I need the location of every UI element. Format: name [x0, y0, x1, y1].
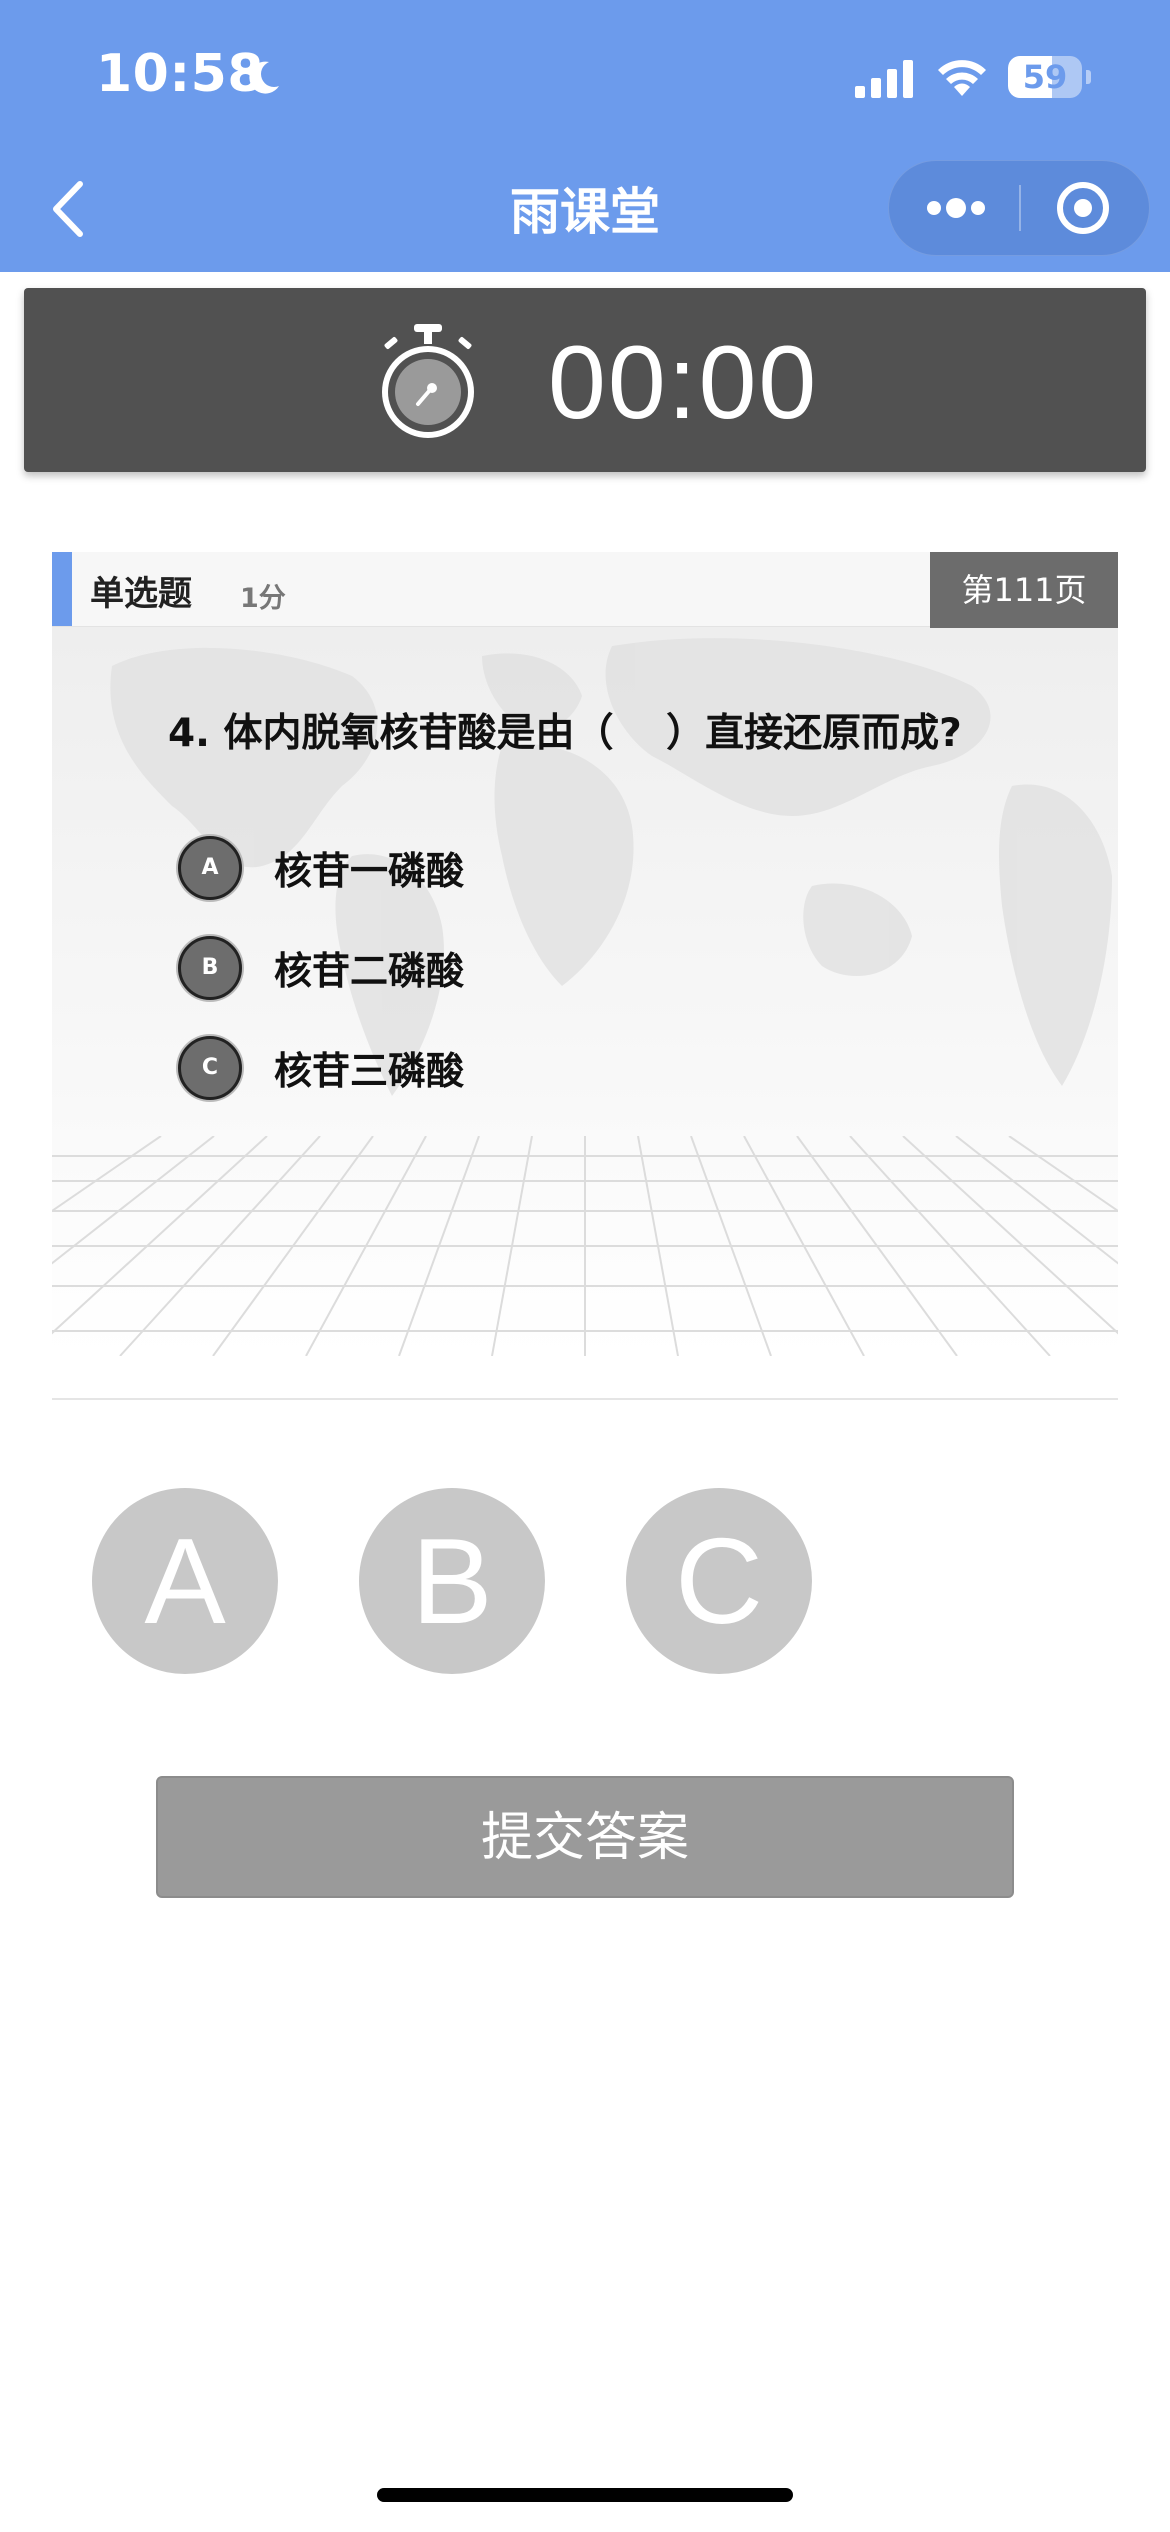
- mini-program-capsule: [888, 160, 1150, 256]
- timer-bar: 00:00: [24, 288, 1146, 472]
- answer-choice-a[interactable]: A: [92, 1488, 278, 1674]
- slide-card: 单选题 1分 第111页 4. 体内脱氧核苷酸是由（ ）直接还原而成? A 核苷…: [52, 552, 1118, 1356]
- status-time: 10:58: [96, 44, 265, 104]
- question-text: 4. 体内脱氧核苷酸是由（ ）直接还原而成?: [168, 711, 962, 756]
- more-button[interactable]: [889, 161, 1019, 255]
- option-bullet: C: [178, 1036, 242, 1100]
- close-mini-program-button[interactable]: [1021, 161, 1149, 255]
- battery-percentage: 59: [1022, 58, 1068, 96]
- nav-bar: 雨课堂: [0, 150, 1170, 272]
- status-bar: 10:58 59: [0, 0, 1170, 150]
- question-type: 单选题: [90, 574, 192, 614]
- option-bullet: A: [178, 836, 242, 900]
- answer-choice-c[interactable]: C: [626, 1488, 812, 1674]
- more-dots-icon: [927, 198, 985, 218]
- option-bullet: B: [178, 936, 242, 1000]
- floor-grid-background: [52, 1136, 1118, 1356]
- page-badge: 第111页: [930, 552, 1118, 628]
- question-score: 1分: [240, 583, 286, 614]
- option-text: 核苷三磷酸: [274, 1049, 465, 1093]
- battery-indicator: 59: [1008, 56, 1091, 98]
- moon-icon: [249, 61, 279, 94]
- option-text: 核苷一磷酸: [274, 849, 465, 893]
- answer-choice-b[interactable]: B: [359, 1488, 545, 1674]
- slide-header: 单选题 1分 第111页: [52, 552, 1118, 628]
- wifi-icon: [938, 60, 986, 96]
- cellular-signal-icon: [855, 60, 913, 98]
- slide-accent-bar: [52, 552, 72, 626]
- stopwatch-icon: [382, 324, 474, 438]
- submit-answer-button[interactable]: 提交答案: [156, 1776, 1014, 1898]
- target-circle-icon: [1057, 182, 1109, 234]
- divider: [52, 1398, 1118, 1400]
- option-text: 核苷二磷酸: [274, 949, 465, 993]
- home-indicator: [377, 2488, 793, 2502]
- top-header: 10:58 59 雨课堂: [0, 0, 1170, 272]
- timer-value: 00:00: [548, 325, 819, 441]
- slide-body: 4. 体内脱氧核苷酸是由（ ）直接还原而成? A 核苷一磷酸 B 核苷二磷酸 C…: [52, 626, 1118, 1356]
